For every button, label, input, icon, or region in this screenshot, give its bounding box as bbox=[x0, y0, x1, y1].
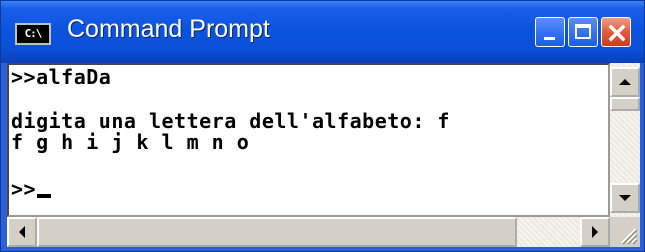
console-output[interactable]: >>alfaDa digita una lettera dell'alfabet… bbox=[7, 63, 610, 217]
console-prompt-line: >> bbox=[11, 177, 52, 201]
command-prompt-window: C:\ Command Prompt >>alfaDa digita una l… bbox=[0, 0, 645, 252]
arrow-down-icon bbox=[619, 195, 631, 201]
command-prompt-icon[interactable]: C:\ bbox=[15, 23, 51, 45]
vertical-scroll-thumb[interactable] bbox=[610, 97, 640, 111]
text-cursor bbox=[37, 194, 52, 198]
close-button[interactable] bbox=[601, 17, 631, 47]
console-line: f g h i j k l m n o bbox=[11, 130, 250, 154]
horizontal-scrollbar[interactable] bbox=[7, 217, 610, 247]
prompt-text: >> bbox=[11, 177, 37, 201]
maximize-icon bbox=[575, 24, 591, 39]
scrollbar-corner bbox=[610, 217, 640, 247]
arrow-left-icon bbox=[19, 226, 25, 238]
scroll-down-button[interactable] bbox=[610, 183, 640, 213]
minimize-button[interactable] bbox=[535, 17, 565, 47]
client-area: >>alfaDa digita una lettera dell'alfabet… bbox=[7, 63, 640, 247]
maximize-button[interactable] bbox=[568, 17, 598, 47]
arrow-right-icon bbox=[592, 226, 598, 238]
minimize-icon bbox=[544, 37, 555, 40]
arrow-up-icon bbox=[619, 79, 631, 85]
window-title: Command Prompt bbox=[67, 15, 270, 43]
vertical-scrollbar[interactable] bbox=[610, 63, 640, 217]
resize-grip-icon[interactable] bbox=[616, 223, 638, 245]
title-bar[interactable]: C:\ Command Prompt bbox=[1, 1, 644, 63]
scroll-left-button[interactable] bbox=[7, 217, 37, 247]
scroll-right-button[interactable] bbox=[580, 217, 610, 247]
scroll-up-button[interactable] bbox=[610, 67, 640, 97]
horizontal-scroll-thumb[interactable] bbox=[37, 217, 517, 247]
close-icon bbox=[608, 24, 626, 42]
console-line: >>alfaDa bbox=[11, 65, 112, 89]
